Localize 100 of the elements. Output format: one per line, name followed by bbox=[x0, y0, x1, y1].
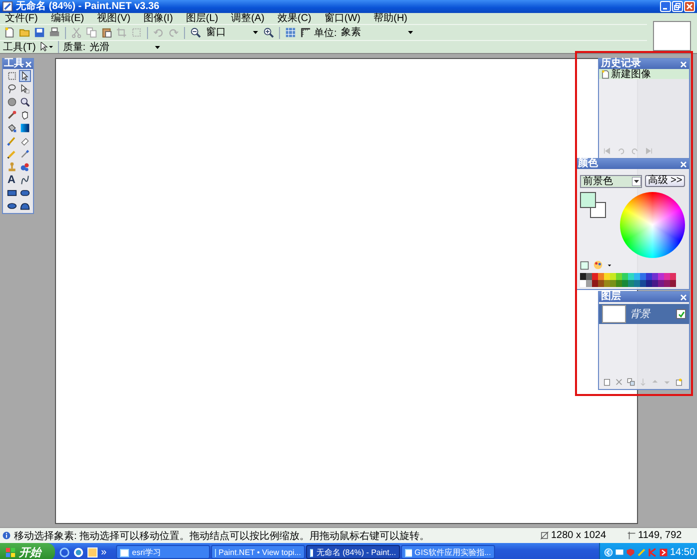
menu-item[interactable]: 窗口(W) bbox=[324, 13, 360, 24]
undo-icon[interactable] bbox=[152, 26, 165, 39]
palette-swatch[interactable] bbox=[670, 280, 676, 287]
window-title: 无命名 (84%) - Paint.NET v3.36 bbox=[16, 0, 160, 12]
zoom-dropdown[interactable]: 窗口 bbox=[204, 27, 260, 38]
menu-item[interactable]: 图层(L) bbox=[186, 13, 218, 24]
redo-icon[interactable] bbox=[167, 26, 180, 39]
menu-item[interactable]: 调整(A) bbox=[231, 13, 264, 24]
palette-swatch[interactable] bbox=[628, 280, 634, 287]
palette-swatch[interactable] bbox=[598, 273, 604, 280]
palette-swatch[interactable] bbox=[646, 273, 652, 280]
redo-icon bbox=[631, 147, 639, 155]
layer-row[interactable]: 背景 bbox=[599, 304, 689, 324]
more-button[interactable]: 高级 >> bbox=[645, 175, 685, 187]
close-icon[interactable] bbox=[25, 60, 32, 68]
palette-swatch[interactable] bbox=[580, 280, 586, 287]
palette-swatch[interactable] bbox=[670, 273, 676, 280]
palette-swatch[interactable] bbox=[664, 280, 670, 287]
palette-swatch[interactable] bbox=[580, 273, 586, 280]
tool-button[interactable]: A bbox=[6, 174, 18, 186]
minimize-button[interactable] bbox=[660, 1, 671, 12]
image-thumbnail[interactable] bbox=[653, 21, 691, 51]
palette-swatch[interactable] bbox=[598, 280, 604, 287]
palette-swatch[interactable] bbox=[610, 280, 616, 287]
palette-swatch[interactable] bbox=[640, 273, 646, 280]
clipboard-icon[interactable] bbox=[100, 26, 113, 39]
palette-swatch[interactable] bbox=[664, 273, 670, 280]
printer-icon[interactable] bbox=[48, 26, 61, 39]
history-item[interactable]: 新建图像 bbox=[599, 69, 689, 79]
close-icon[interactable] bbox=[680, 160, 687, 168]
palette-swatch[interactable] bbox=[646, 280, 652, 287]
tool-button[interactable] bbox=[6, 200, 18, 212]
palette-swatch[interactable] bbox=[592, 273, 598, 280]
color-mode-dropdown[interactable]: 前景色 bbox=[580, 175, 642, 188]
zoom-in-icon[interactable] bbox=[262, 26, 275, 39]
save-icon[interactable] bbox=[33, 26, 46, 39]
units-dropdown[interactable]: 象素 bbox=[338, 27, 415, 38]
menu-item[interactable]: 视图(V) bbox=[97, 13, 130, 24]
deselect-icon[interactable] bbox=[130, 26, 143, 39]
palette-swatch[interactable] bbox=[628, 273, 634, 280]
palette-swatch[interactable] bbox=[652, 280, 658, 287]
palette-swatch[interactable] bbox=[586, 273, 592, 280]
tool-button[interactable] bbox=[6, 109, 18, 121]
zoom-out-icon[interactable] bbox=[189, 26, 202, 39]
palette-swatch[interactable] bbox=[634, 280, 640, 287]
primary-color-swatch[interactable] bbox=[580, 192, 596, 208]
palette-swatch[interactable] bbox=[640, 280, 646, 287]
browser-icon bbox=[59, 546, 70, 558]
quality-dropdown[interactable]: 光滑 bbox=[88, 42, 162, 52]
palette-swatch[interactable] bbox=[634, 273, 640, 280]
palette-swatch[interactable] bbox=[616, 273, 622, 280]
close-icon[interactable] bbox=[680, 60, 687, 68]
close-icon[interactable] bbox=[680, 294, 687, 300]
clock: 14:50 bbox=[670, 546, 696, 558]
tool-button[interactable] bbox=[18, 200, 30, 212]
restore-button[interactable] bbox=[672, 1, 683, 12]
palette-swatch[interactable] bbox=[658, 273, 664, 280]
ruler-icon[interactable] bbox=[299, 26, 312, 39]
close-button[interactable] bbox=[684, 1, 695, 12]
tool-button[interactable] bbox=[18, 187, 30, 199]
tool-button[interactable] bbox=[6, 122, 18, 134]
taskbar-button[interactable]: 无命名 (84%) - Paint... bbox=[306, 545, 400, 559]
rounded-rectangle-icon bbox=[20, 188, 30, 198]
palette-swatch[interactable] bbox=[592, 280, 598, 287]
palette-swatch[interactable] bbox=[658, 280, 664, 287]
tool-button[interactable] bbox=[18, 122, 30, 134]
tool-button[interactable] bbox=[18, 96, 30, 108]
more-button[interactable]: » bbox=[101, 546, 113, 558]
taskbar-button[interactable]: GIS软件应用实验指... bbox=[401, 545, 495, 559]
pen-icon bbox=[637, 548, 646, 556]
menu-item[interactable]: 文件(F) bbox=[5, 13, 38, 24]
taskbar-button[interactable]: esri学习 bbox=[116, 545, 210, 559]
tool-button[interactable] bbox=[6, 83, 18, 95]
menu-item[interactable]: 帮助(H) bbox=[374, 13, 408, 24]
palette-swatch[interactable] bbox=[622, 280, 628, 287]
scissors-icon[interactable] bbox=[70, 26, 83, 39]
shield-icon bbox=[626, 548, 635, 556]
palette-swatch[interactable] bbox=[604, 273, 610, 280]
tool-button[interactable] bbox=[6, 187, 18, 199]
add-layer-icon bbox=[603, 378, 611, 386]
palette-swatch[interactable] bbox=[616, 280, 622, 287]
tool-selector[interactable] bbox=[38, 40, 54, 54]
grid-icon[interactable] bbox=[284, 26, 297, 39]
visibility-checkbox[interactable] bbox=[676, 309, 686, 319]
palette-swatch[interactable] bbox=[622, 273, 628, 280]
circle-icon bbox=[6, 97, 16, 107]
units-label: 单位: bbox=[314, 26, 337, 40]
new-file-icon[interactable] bbox=[3, 26, 16, 39]
palette-swatch[interactable] bbox=[652, 273, 658, 280]
menu-item[interactable]: 编辑(E) bbox=[50, 13, 84, 24]
menu-item[interactable]: 图像(I) bbox=[143, 13, 173, 24]
tool-button[interactable] bbox=[18, 174, 30, 186]
palette-swatch[interactable] bbox=[610, 273, 616, 280]
palette-swatch[interactable] bbox=[586, 280, 592, 287]
palette-swatch[interactable] bbox=[604, 280, 610, 287]
tool-button[interactable] bbox=[6, 70, 18, 82]
menu-item[interactable]: 效果(C) bbox=[278, 13, 312, 24]
tool-button[interactable] bbox=[18, 83, 30, 95]
taskbar-button[interactable]: Paint.NET • View topi... bbox=[211, 545, 305, 559]
tool-button[interactable] bbox=[18, 70, 30, 82]
